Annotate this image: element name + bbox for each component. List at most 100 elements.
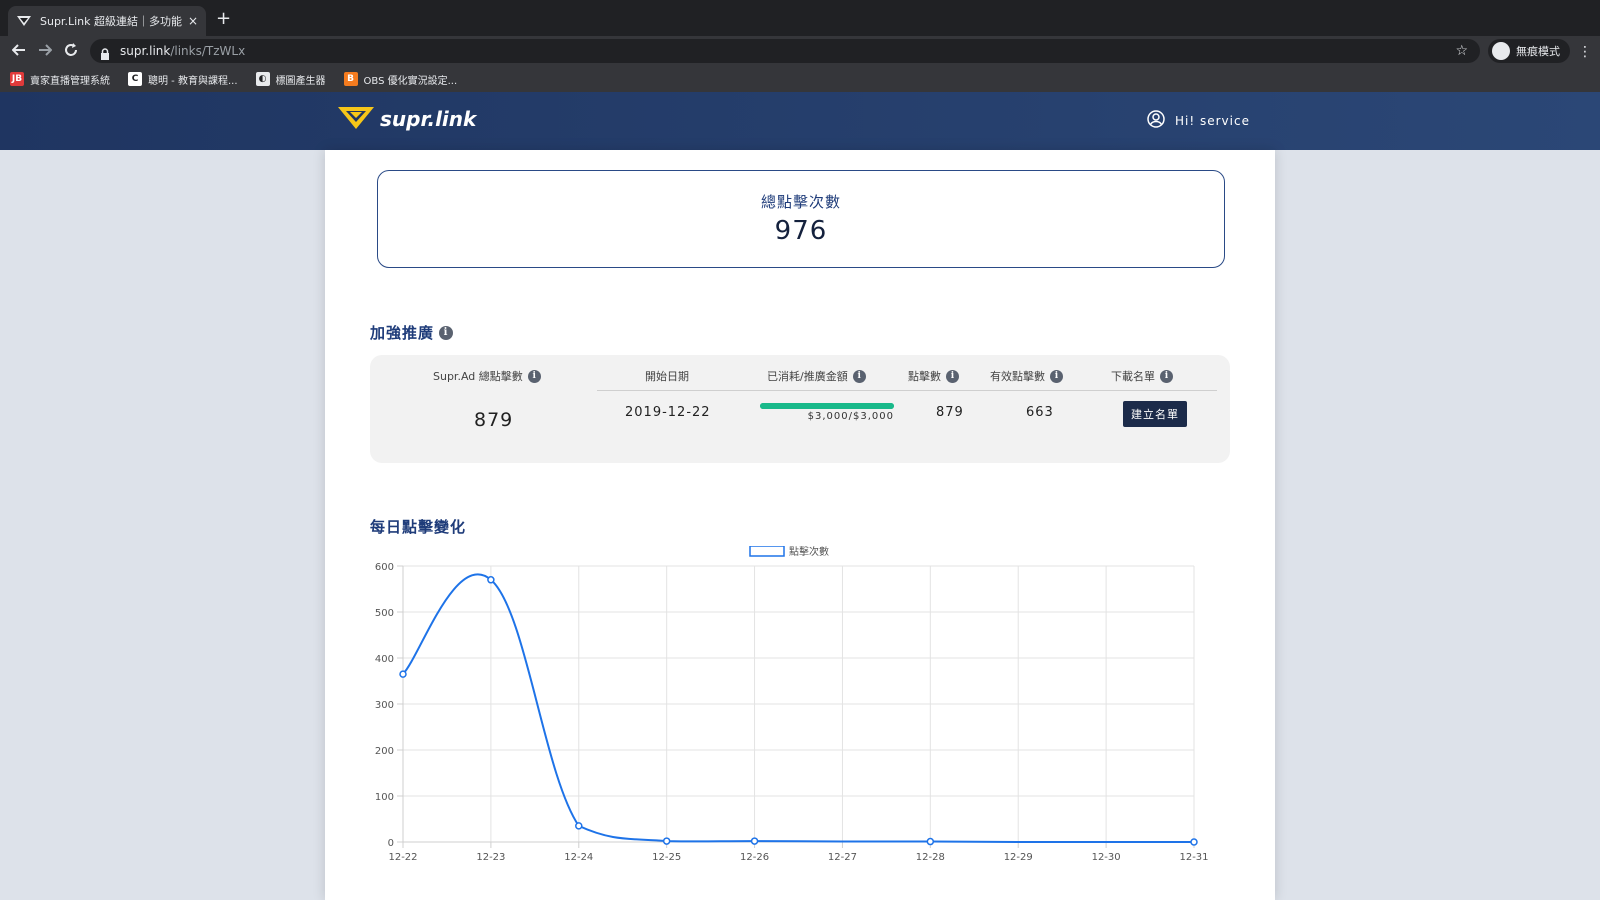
x-tick-label: 12-30 [1092, 852, 1121, 863]
suprlink-favicon-icon [16, 13, 32, 29]
value-total-clicks: 879 [474, 409, 514, 431]
value-clicks: 879 [936, 405, 964, 420]
header-clicks: 點擊數 i [908, 368, 959, 384]
bookmark-item[interactable]: ◐ 標圖產生器 [255, 72, 326, 87]
daily-section-title: 每日點擊變化 [370, 516, 466, 537]
x-tick-label: 12-29 [1004, 852, 1033, 863]
header-valid-clicks: 有效點擊數 i [990, 368, 1063, 384]
url-text: supr.link/links/TzWLx [120, 44, 245, 58]
content-panel: 總點擊次數 976 加強推廣 i Supr.Ad 總點擊數 i 開始日期 已消耗… [325, 150, 1275, 900]
x-tick-label: 12-28 [916, 852, 945, 863]
y-tick-label: 200 [375, 746, 394, 757]
bookmark-item[interactable]: B OBS 優化實況設定... [343, 72, 458, 87]
x-tick-label: 12-23 [476, 852, 505, 863]
total-clicks-label: 總點擊次數 [760, 193, 841, 211]
header-spent: 已消耗/推廣金額 i [767, 368, 866, 384]
spent-progress-bar [760, 403, 894, 409]
tab-title: Supr.Link 超級連結｜多功能縮 [40, 15, 182, 28]
y-tick-label: 300 [375, 700, 394, 711]
x-tick-label: 12-24 [564, 852, 593, 863]
info-icon[interactable]: i [1160, 369, 1173, 383]
total-clicks-value: 976 [774, 216, 828, 246]
user-icon [1147, 110, 1165, 132]
bookmark-label: 聰明 - 教育與課程... [148, 75, 238, 87]
info-icon[interactable]: i [852, 369, 866, 383]
close-tab-icon[interactable]: × [188, 14, 198, 28]
data-point [750, 837, 759, 845]
info-icon[interactable]: i [946, 369, 959, 383]
bookmark-favicon-icon: C [128, 72, 142, 86]
data-point [926, 837, 935, 846]
y-tick-label: 600 [375, 562, 394, 573]
browser-tab-bar: Supr.Link 超級連結｜多功能縮 × + [0, 0, 1600, 36]
value-valid-clicks: 663 [1026, 405, 1054, 420]
x-tick-label: 12-26 [740, 852, 769, 863]
bookmarks-bar: JB 賣家直播管理系統 C 聰明 - 教育與課程... ◐ 標圖產生器 B OBS 優化實況設… [0, 66, 1600, 92]
bookmark-star-icon[interactable]: ☆ [1455, 43, 1468, 59]
y-tick-label: 400 [375, 654, 394, 665]
logo[interactable]: supr.link [338, 105, 476, 133]
value-start-date: 2019-12-22 [625, 405, 711, 420]
address-bar: supr.link/links/TzWLx ☆ 無痕模式 ⋮ [0, 36, 1600, 66]
logo-icon [338, 105, 374, 133]
promo-section-title: 加強推廣 i [370, 322, 454, 343]
header-clicks-text: 點擊數 [908, 370, 941, 383]
info-icon[interactable]: i [1050, 369, 1063, 383]
bookmark-item[interactable]: JB 賣家直播管理系統 [10, 72, 110, 87]
create-list-button[interactable]: 建立名單 [1123, 401, 1187, 427]
incognito-indicator[interactable]: 無痕模式 [1488, 39, 1570, 63]
data-point [487, 576, 495, 584]
series-line [402, 573, 1194, 843]
data-point [399, 670, 407, 678]
header-download-text: 下載名單 [1111, 370, 1155, 383]
x-tick-label: 12-27 [828, 852, 857, 863]
data-point [662, 837, 671, 845]
new-tab-button[interactable]: + [216, 10, 231, 28]
header-start-date: 開始日期 [645, 368, 689, 384]
daily-title-text: 每日點擊變化 [370, 518, 467, 536]
x-tick-label: 12-22 [388, 852, 417, 863]
header-valid-clicks-text: 有效點擊數 [990, 370, 1045, 383]
forward-arrow-icon[interactable] [38, 43, 53, 60]
url-path: /links/TzWLx [170, 44, 246, 58]
spent-progress-fill [760, 403, 894, 409]
user-menu[interactable]: Hi! service [1147, 110, 1250, 132]
total-clicks-card: 總點擊次數 976 [377, 170, 1225, 268]
header-spent-text: 已消耗/推廣金額 [767, 370, 848, 383]
info-icon[interactable]: i [439, 325, 454, 340]
incognito-icon [1492, 42, 1510, 60]
bookmark-favicon-icon: ◐ [255, 72, 270, 86]
reload-icon[interactable] [64, 43, 78, 60]
site-header: supr.link Hi! service [0, 92, 1600, 150]
x-tick-label: 12-25 [652, 852, 681, 863]
header-total-clicks-text: Supr.Ad 總點擊數 [433, 370, 523, 383]
header-total-clicks: Supr.Ad 總點擊數 i [433, 368, 541, 384]
data-point [1190, 838, 1198, 846]
data-point [575, 822, 583, 830]
browser-tab[interactable]: Supr.Link 超級連結｜多功能縮 × [8, 6, 206, 36]
info-icon[interactable]: i [527, 369, 541, 383]
header-divider [597, 390, 1217, 391]
bookmark-label: 標圖產生器 [275, 75, 326, 87]
user-greeting: Hi! service [1175, 114, 1250, 128]
back-arrow-icon[interactable] [11, 43, 26, 60]
bookmark-favicon-icon: JB [10, 72, 24, 86]
url-input[interactable]: supr.link/links/TzWLx ☆ [90, 39, 1480, 63]
url-host: supr.link [120, 44, 171, 58]
bookmark-label: 賣家直播管理系統 [30, 75, 110, 87]
bookmark-favicon-icon: B [343, 72, 358, 86]
y-tick-label: 500 [375, 608, 394, 619]
bookmark-item[interactable]: C 聰明 - 教育與課程... [128, 72, 238, 87]
bookmark-label: OBS 優化實況設定... [363, 75, 458, 87]
y-tick-label: 100 [375, 792, 394, 803]
legend-swatch [749, 546, 785, 557]
daily-clicks-chart: 0 100 200 300 400 500 600 12-22 12-23 12-24 12-25 1… [375, 546, 1209, 863]
legend-label: 點擊次數 [789, 546, 829, 558]
incognito-label: 無痕模式 [1516, 45, 1560, 58]
promo-stats-box: Supr.Ad 總點擊數 i 開始日期 已消耗/推廣金額 i 點擊數 i 有效點… [370, 355, 1230, 463]
promo-title-text: 加強推廣 [370, 324, 435, 342]
spent-label: $3,000/$3,000 [807, 411, 894, 422]
y-tick-label: 0 [388, 838, 394, 849]
lock-icon [100, 45, 112, 60]
browser-menu-icon[interactable]: ⋮ [1578, 44, 1592, 60]
